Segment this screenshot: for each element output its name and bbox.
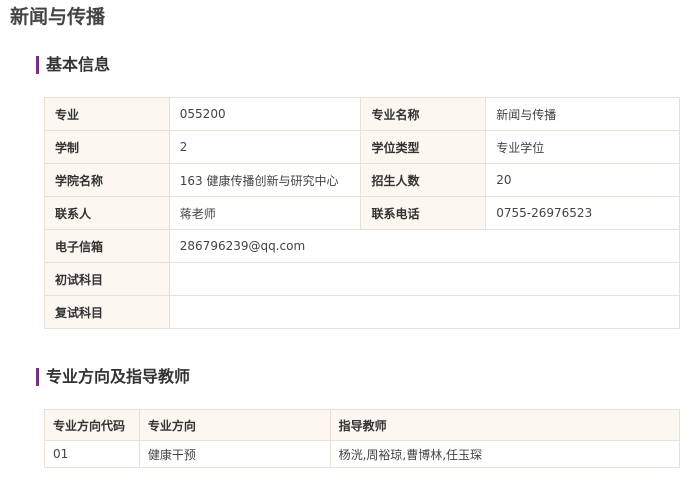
direction-row: 01 健康干预 杨洸,周裕琼,曹博林,任玉琛 — [44, 440, 681, 468]
retest-subjects-label: 复试科目 — [44, 295, 170, 329]
info-value: 新闻与传播 — [485, 97, 680, 131]
column-header-direction: 专业方向 — [138, 409, 331, 441]
email-value: 286796239@qq.com — [168, 229, 681, 263]
info-value: 专业学位 — [485, 130, 680, 164]
info-label: 专业 — [44, 97, 170, 131]
info-label: 学院名称 — [44, 163, 170, 197]
info-label: 学制 — [44, 130, 170, 164]
info-row-initial-subjects: 初试科目 — [44, 262, 681, 296]
info-row-retest-subjects: 复试科目 — [44, 295, 681, 329]
email-label: 电子信箱 — [44, 229, 170, 263]
info-value: 0755-26976523 — [485, 196, 680, 230]
direction-name: 健康干预 — [138, 440, 331, 468]
initial-subjects-label: 初试科目 — [44, 262, 170, 296]
column-header-advisors: 指导教师 — [329, 409, 681, 441]
direction-code: 01 — [44, 440, 140, 468]
info-value: 2 — [168, 130, 362, 164]
direction-advisors: 杨洸,周裕琼,曹博林,任玉琛 — [329, 440, 681, 468]
basic-info-table: 专业 055200 专业名称 新闻与传播 学制 2 学位类型 专业学位 学院名称 163 健康传播… — [44, 97, 681, 329]
directions-header-row: 专业方向代码 专业方向 指导教师 — [44, 409, 681, 441]
info-value: 055200 — [168, 97, 362, 131]
info-value: 蒋老师 — [168, 196, 362, 230]
info-row: 学制 2 学位类型 专业学位 — [44, 130, 680, 164]
basic-info-heading: 基本信息 — [36, 55, 110, 75]
directions-heading: 专业方向及指导教师 — [36, 367, 190, 387]
column-header-code: 专业方向代码 — [44, 409, 140, 441]
info-value: 163 健康传播创新与研究中心 — [168, 163, 362, 197]
info-label: 联系电话 — [360, 196, 487, 230]
info-row: 专业 055200 专业名称 新闻与传播 — [44, 97, 680, 131]
info-label: 专业名称 — [360, 97, 487, 131]
info-label: 联系人 — [44, 196, 170, 230]
initial-subjects-value — [168, 262, 681, 296]
info-label: 学位类型 — [360, 130, 487, 164]
page-title: 新闻与传播 — [10, 6, 106, 28]
info-row: 联系人 蒋老师 联系电话 0755-26976523 — [44, 196, 680, 230]
info-label: 招生人数 — [360, 163, 487, 197]
directions-table: 专业方向代码 专业方向 指导教师 01 健康干预 杨洸,周裕琼,曹博林,任玉琛 — [44, 409, 681, 468]
info-row-email: 电子信箱 286796239@qq.com — [44, 229, 681, 263]
retest-subjects-value — [168, 295, 681, 329]
info-row: 学院名称 163 健康传播创新与研究中心 招生人数 20 — [44, 163, 680, 197]
info-value: 20 — [485, 163, 680, 197]
